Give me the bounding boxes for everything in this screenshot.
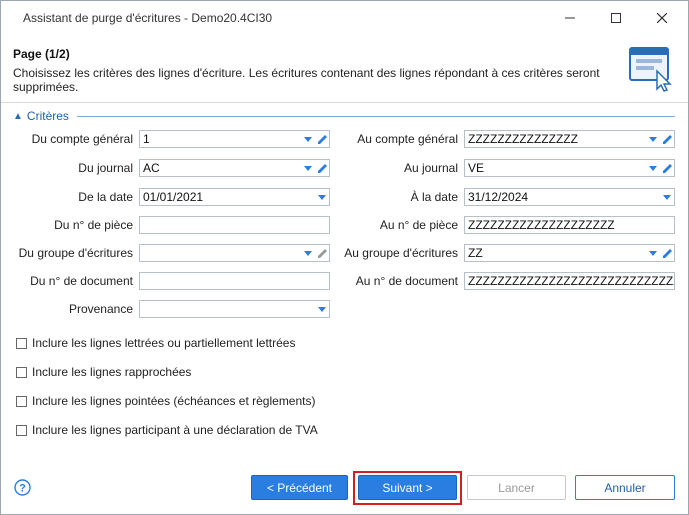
svg-text:?: ? <box>19 483 26 495</box>
dropdown-arrow-icon[interactable] <box>302 245 314 261</box>
provenance-select[interactable] <box>139 300 330 318</box>
checkbox-box[interactable] <box>16 395 27 407</box>
close-icon <box>657 12 667 23</box>
field-label: Provenance <box>68 302 133 316</box>
pencil-icon[interactable] <box>315 131 329 147</box>
include-lettered-checkbox[interactable]: Inclure les lignes lettrées ou partielle… <box>16 336 295 350</box>
title-bar: Assistant de purge d'écritures - Demo20.… <box>1 1 688 34</box>
pencil-icon[interactable] <box>315 245 329 261</box>
field-label: Du compte général <box>31 132 133 146</box>
pencil-icon[interactable] <box>660 245 674 261</box>
page-description: Choisissez les critères des lignes d'écr… <box>13 66 600 94</box>
field-label: Du n° de document <box>30 274 133 288</box>
wizard-header: Page (1/2) Choisissez les critères des l… <box>1 35 688 102</box>
from-date-field[interactable]: 01/01/2021 <box>139 188 330 206</box>
window-cursor-icon <box>629 47 672 92</box>
maximize-button[interactable] <box>593 1 639 34</box>
previous-button[interactable]: < Précédent <box>251 475 348 500</box>
header-divider <box>1 102 688 103</box>
dropdown-arrow-icon[interactable] <box>661 189 673 205</box>
chevron-up-icon: ▲ <box>13 110 23 122</box>
next-button[interactable]: Suivant > <box>358 475 457 500</box>
field-label: Au n° de pièce <box>379 218 458 232</box>
to-date-field[interactable]: 31/12/2024 <box>464 188 675 206</box>
checkbox-label: Inclure les lignes participant à une déc… <box>32 423 318 437</box>
dropdown-arrow-icon[interactable] <box>647 245 659 261</box>
criteria-section-header[interactable]: ▲ Critères <box>13 109 75 123</box>
checkbox-box[interactable] <box>16 424 27 436</box>
field-label: Du n° de pièce <box>54 218 133 232</box>
pencil-icon[interactable] <box>315 160 329 176</box>
dropdown-arrow-icon[interactable] <box>302 131 314 147</box>
checkbox-label: Inclure les lignes rapprochées <box>32 365 192 379</box>
from-entry-group-field[interactable] <box>139 244 330 262</box>
checkbox-box[interactable] <box>16 337 27 349</box>
from-journal-field[interactable]: AC <box>139 159 330 177</box>
include-reconciled-checkbox[interactable]: Inclure les lignes rapprochées <box>16 365 191 379</box>
minimize-icon <box>565 17 575 18</box>
launch-button[interactable]: Lancer <box>467 475 566 500</box>
dialog-window: Assistant de purge d'écritures - Demo20.… <box>0 0 689 515</box>
to-entry-group-field[interactable]: ZZ <box>464 244 675 262</box>
from-piece-number-input[interactable] <box>139 216 330 234</box>
checkbox-label: Inclure les lignes pointées (échéances e… <box>32 394 316 408</box>
to-document-number-input[interactable]: ZZZZZZZZZZZZZZZZZZZZZZZZZZZZZZZZZZZ <box>464 272 675 290</box>
from-document-number-input[interactable] <box>139 272 330 290</box>
pencil-icon[interactable] <box>660 131 674 147</box>
minimize-button[interactable] <box>547 1 593 34</box>
help-icon[interactable]: ? <box>14 479 31 496</box>
cancel-button[interactable]: Annuler <box>575 475 675 500</box>
checkbox-box[interactable] <box>16 366 27 378</box>
dropdown-arrow-icon[interactable] <box>302 160 314 176</box>
pencil-icon[interactable] <box>660 160 674 176</box>
field-label: Du journal <box>78 161 133 175</box>
to-account-field[interactable]: ZZZZZZZZZZZZZZZ <box>464 130 675 148</box>
dropdown-arrow-icon[interactable] <box>647 131 659 147</box>
page-title: Page (1/2) <box>13 47 70 61</box>
maximize-icon <box>611 12 621 23</box>
close-button[interactable] <box>639 1 685 34</box>
field-label: Au n° de document <box>355 274 458 288</box>
criteria-section-label: Critères <box>26 109 69 123</box>
to-journal-field[interactable]: VE <box>464 159 675 177</box>
field-label: Du groupe d'écritures <box>18 246 133 260</box>
field-label: Au journal <box>403 161 458 175</box>
field-label: De la date <box>78 190 133 204</box>
from-account-field[interactable]: 1 <box>139 130 330 148</box>
include-vat-checkbox[interactable]: Inclure les lignes participant à une déc… <box>16 423 318 437</box>
field-label: À la date <box>410 190 458 204</box>
section-divider <box>77 116 675 117</box>
field-label: Au groupe d'écritures <box>344 246 458 260</box>
to-piece-number-input[interactable]: ZZZZZZZZZZZZZZZZZZZZ <box>464 216 675 234</box>
checkbox-label: Inclure les lignes lettrées ou partielle… <box>32 336 296 350</box>
dropdown-arrow-icon[interactable] <box>316 301 328 317</box>
dropdown-arrow-icon[interactable] <box>316 189 328 205</box>
include-pointed-checkbox[interactable]: Inclure les lignes pointées (échéances e… <box>16 394 316 408</box>
dropdown-arrow-icon[interactable] <box>647 160 659 176</box>
window-title: Assistant de purge d'écritures - Demo20.… <box>23 11 273 25</box>
field-label: Au compte général <box>357 132 458 146</box>
